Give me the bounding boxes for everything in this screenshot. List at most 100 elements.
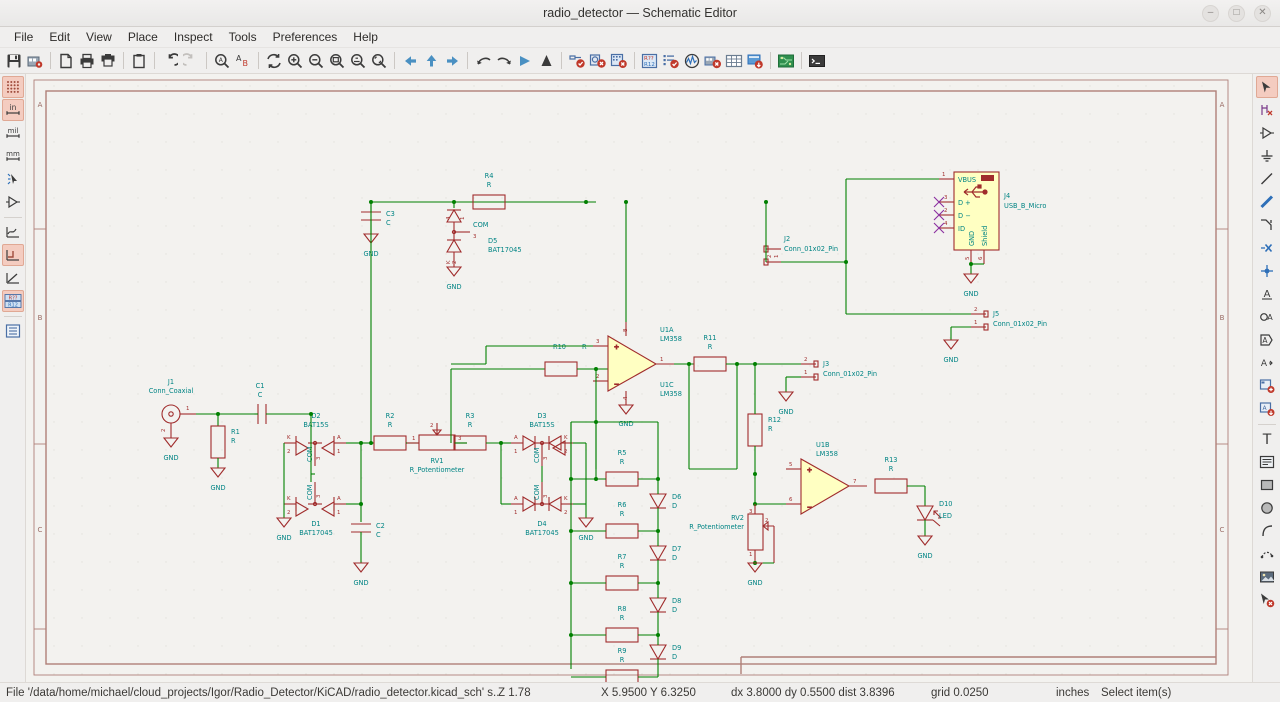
import-sheet-pin-icon[interactable]: A	[1256, 398, 1278, 420]
draw-textbox-icon[interactable]	[1256, 451, 1278, 473]
print-icon[interactable]	[77, 50, 97, 72]
units-inches-icon[interactable]: in	[1, 99, 24, 121]
menu-file[interactable]: File	[6, 28, 41, 46]
save-icon[interactable]	[4, 50, 24, 72]
hidden-pins-icon[interactable]	[2, 191, 24, 213]
mirror-h-icon[interactable]	[515, 50, 535, 72]
select-tool-icon[interactable]	[1255, 76, 1278, 98]
back-icon[interactable]	[400, 50, 420, 72]
menu-help[interactable]: Help	[345, 28, 386, 46]
up-icon[interactable]	[421, 50, 441, 72]
draw-wire-icon[interactable]	[1256, 168, 1278, 190]
highlight-net-icon[interactable]	[1256, 99, 1278, 121]
toggle-grid-icon[interactable]	[1, 76, 24, 98]
menu-place[interactable]: Place	[120, 28, 166, 46]
place-image-icon[interactable]	[1256, 566, 1278, 588]
svg-text:R: R	[487, 181, 492, 189]
hierarchical-sheet-icon[interactable]	[1256, 375, 1278, 397]
toolbar-separator	[50, 52, 51, 69]
minimize-button[interactable]: –	[1202, 4, 1219, 22]
zoom-fit-icon[interactable]	[327, 50, 347, 72]
svg-text:2: 2	[765, 518, 768, 524]
assign-footprints-icon[interactable]	[703, 50, 723, 72]
mirror-v-icon[interactable]	[536, 50, 556, 72]
menu-tools[interactable]: Tools	[221, 28, 265, 46]
zoom-in-icon[interactable]	[285, 50, 305, 72]
svg-text:mil: mil	[7, 127, 18, 135]
annotate-icon[interactable]	[567, 50, 587, 72]
svg-text:COM: COM	[306, 484, 314, 500]
net-label-icon[interactable]: A	[1256, 283, 1278, 305]
cursor-full-window-icon[interactable]	[2, 168, 24, 190]
zoom-area-icon[interactable]	[369, 50, 389, 72]
menu-view[interactable]: View	[78, 28, 120, 46]
global-label-icon[interactable]: A	[1256, 306, 1278, 328]
scripting-console-icon[interactable]	[807, 50, 827, 72]
forward-icon[interactable]	[442, 50, 462, 72]
free-angle-wires-icon[interactable]	[2, 221, 24, 243]
new-sheet-icon[interactable]	[56, 50, 76, 72]
place-symbol-icon[interactable]	[1256, 122, 1278, 144]
rotate-ccw-icon[interactable]	[473, 50, 493, 72]
units-mils-icon[interactable]: mil	[2, 122, 24, 144]
main-toolbar: A AB R?? R12	[0, 48, 1280, 74]
simulator-icon[interactable]	[682, 50, 702, 72]
svg-text:A: A	[1263, 289, 1270, 300]
find-icon[interactable]: A	[212, 50, 232, 72]
menu-preferences[interactable]: Preferences	[265, 28, 346, 46]
draw-arc-icon[interactable]	[1256, 520, 1278, 542]
svg-text:A: A	[337, 496, 341, 502]
paste-icon[interactable]	[129, 50, 149, 72]
svg-text:R12: R12	[768, 416, 781, 424]
toolbar-separator	[1257, 424, 1276, 425]
zoom-out-icon[interactable]	[306, 50, 326, 72]
maximize-button[interactable]: □	[1228, 4, 1245, 22]
draw-lines-icon[interactable]	[1256, 543, 1278, 565]
text-label-icon[interactable]: A	[1256, 352, 1278, 374]
pcb-editor-icon[interactable]	[776, 50, 796, 72]
svg-text:1: 1	[186, 406, 189, 412]
wire-to-bus-entry-icon[interactable]	[1256, 214, 1278, 236]
draw-bus-icon[interactable]	[1256, 191, 1278, 213]
svg-text:R_Potentiometer: R_Potentiometer	[410, 466, 465, 474]
no-connect-flag-icon[interactable]	[1256, 237, 1278, 259]
schematic-drawing[interactable]: .wire { stroke:#008000; stroke-width:1.1…	[26, 74, 1252, 682]
draw-text-icon[interactable]: T	[1256, 428, 1278, 450]
menu-edit[interactable]: Edit	[41, 28, 78, 46]
menu-inspect[interactable]: Inspect	[166, 28, 221, 46]
delete-tool-icon[interactable]	[1256, 589, 1278, 611]
svg-text:VBUS: VBUS	[958, 176, 976, 184]
place-power-port-icon[interactable]	[1256, 145, 1278, 167]
svg-text:J2: J2	[783, 235, 790, 243]
schematic-canvas[interactable]: .wire { stroke:#008000; stroke-width:1.1…	[26, 74, 1252, 682]
rotate-cw-icon[interactable]	[494, 50, 514, 72]
any-angle-wires-icon[interactable]	[2, 267, 24, 289]
bom-icon[interactable]: R?? R12	[640, 50, 660, 72]
fields-editor-icon[interactable]	[661, 50, 681, 72]
draw-rectangle-icon[interactable]	[1256, 474, 1278, 496]
spreadsheet-icon[interactable]	[724, 50, 744, 72]
hierarchical-label-icon[interactable]: A	[1256, 329, 1278, 351]
close-button[interactable]: ✕	[1254, 4, 1271, 22]
svg-text:R7: R7	[618, 553, 627, 561]
plot-icon[interactable]	[98, 50, 118, 72]
svg-text:R: R	[468, 421, 473, 429]
h-v-wires-icon[interactable]	[1, 244, 24, 266]
show-hierarchy-navigator-icon[interactable]	[2, 320, 24, 342]
draw-circle-icon[interactable]	[1256, 497, 1278, 519]
netlist-icon[interactable]	[745, 50, 765, 72]
show-pin-numbers-icon[interactable]: R?? R12	[1, 290, 24, 312]
svg-text:+: +	[807, 467, 812, 474]
refresh-icon[interactable]	[264, 50, 284, 72]
symbol-checker-icon[interactable]	[588, 50, 608, 72]
redo-icon[interactable]	[181, 50, 201, 72]
units-mm-icon[interactable]: mm	[2, 145, 24, 167]
window-title: radio_detector — Schematic Editor	[543, 6, 737, 20]
junction-icon[interactable]	[1256, 260, 1278, 282]
project-manager-icon[interactable]	[25, 50, 45, 72]
svg-text:1: 1	[337, 510, 340, 516]
undo-icon[interactable]	[160, 50, 180, 72]
find-replace-icon[interactable]: AB	[233, 50, 253, 72]
zoom-objects-icon[interactable]	[348, 50, 368, 72]
erc-icon[interactable]	[609, 50, 629, 72]
